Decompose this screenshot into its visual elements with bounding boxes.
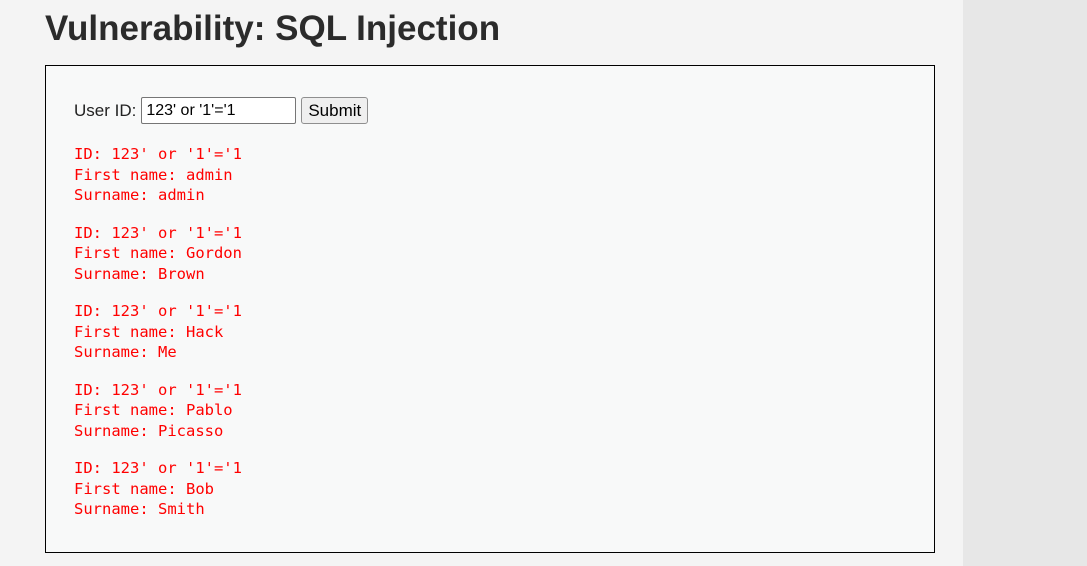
result-id: ID: 123' or '1'='1 <box>74 380 242 399</box>
result-surname: Surname: Brown <box>74 264 205 283</box>
result-id: ID: 123' or '1'='1 <box>74 145 242 163</box>
result-item: ID: 123' or '1'='1 First name: Gordon Su… <box>74 223 242 285</box>
result-first-name: First name: Pablo <box>74 401 233 419</box>
results-list: ID: 123' or '1'='1 First name: admin Sur… <box>74 144 242 537</box>
user-id-form: User ID: Submit <box>74 97 369 124</box>
vulnerable-code-area: User ID: Submit ID: 123' or '1'='1 First… <box>45 65 935 553</box>
result-surname: Surname: Me <box>74 343 177 361</box>
result-item: ID: 123' or '1'='1 First name: Pablo Sur… <box>74 380 242 442</box>
result-surname: Surname: admin <box>74 186 205 204</box>
page: Vulnerability: SQL Injection User ID: Su… <box>0 0 1087 566</box>
result-item: ID: 123' or '1'='1 First name: Hack Surn… <box>74 301 242 363</box>
result-surname: Surname: Picasso <box>74 421 224 440</box>
result-surname: Surname: Smith <box>74 500 205 518</box>
right-panel <box>963 0 1087 566</box>
result-id: ID: 123' or '1'='1 <box>74 459 242 477</box>
result-id: ID: 123' or '1'='1 <box>74 223 242 242</box>
result-first-name: First name: admin <box>74 165 233 184</box>
user-id-input[interactable] <box>141 97 297 124</box>
page-title: Vulnerability: SQL Injection <box>45 9 501 48</box>
result-id: ID: 123' or '1'='1 <box>74 302 242 320</box>
user-id-label: User ID: <box>74 100 137 120</box>
result-first-name: First name: Hack <box>74 322 224 341</box>
main-content: Vulnerability: SQL Injection User ID: Su… <box>0 0 963 566</box>
result-item: ID: 123' or '1'='1 First name: Bob Surna… <box>74 458 242 520</box>
submit-button[interactable]: Submit <box>301 97 369 124</box>
result-item: ID: 123' or '1'='1 First name: admin Sur… <box>74 144 242 206</box>
result-first-name: First name: Bob <box>74 479 214 498</box>
result-first-name: First name: Gordon <box>74 244 242 262</box>
